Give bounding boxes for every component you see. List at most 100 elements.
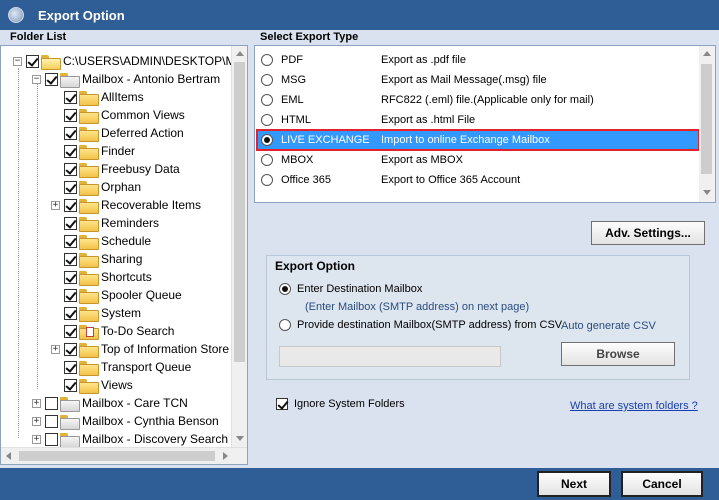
cancel-button[interactable]: Cancel [621, 471, 703, 497]
collapse-icon[interactable]: − [13, 56, 22, 66]
scroll-up-icon[interactable] [703, 51, 711, 56]
export-type-row-msg[interactable]: MSG Export as Mail Message(.msg) file [257, 70, 699, 90]
tree-folder[interactable]: To-Do Search [51, 322, 174, 340]
folder-checkbox[interactable] [64, 180, 77, 194]
expand-icon[interactable]: + [51, 344, 60, 354]
folder-checkbox[interactable] [64, 162, 77, 176]
scroll-left-icon[interactable] [6, 452, 11, 460]
collapse-icon[interactable]: − [32, 74, 41, 84]
enter-destination-label: Enter Destination Mailbox [297, 283, 423, 295]
folder-checkbox[interactable] [64, 198, 77, 212]
list-vertical-scrollbar[interactable] [699, 46, 715, 202]
system-folders-help-link[interactable]: What are system folders ? [570, 400, 698, 412]
scroll-down-icon[interactable] [703, 190, 711, 195]
folder-checkbox[interactable] [64, 378, 77, 392]
mailbox-checkbox[interactable] [45, 72, 58, 86]
export-type-row-office365[interactable]: Office 365 Export to Office 365 Account [257, 170, 699, 190]
tree-horizontal-scrollbar[interactable] [1, 447, 247, 464]
expand-icon[interactable]: + [32, 398, 41, 408]
scroll-right-icon[interactable] [223, 452, 228, 460]
folder-checkbox[interactable] [64, 90, 77, 104]
export-type-row-html[interactable]: HTML Export as .html File [257, 110, 699, 130]
next-button[interactable]: Next [537, 471, 611, 497]
browse-button[interactable]: Browse [561, 342, 675, 366]
tree-vertical-scrollbar[interactable] [231, 46, 247, 448]
tree-folder[interactable]: Common Views [51, 106, 185, 124]
tree-folder[interactable]: Transport Queue [51, 358, 191, 376]
tree-folder[interactable]: + Top of Information Store [51, 340, 229, 358]
folder-checkbox[interactable] [64, 144, 77, 158]
scroll-down-icon[interactable] [236, 436, 244, 441]
export-type-list[interactable]: PDF Export as .pdf file MSG Export as Mail… [254, 45, 716, 203]
tree-folder[interactable]: Sharing [51, 250, 142, 268]
folder-label: Deferred Action [101, 126, 184, 140]
export-type-radio[interactable] [261, 114, 273, 126]
mailbox-checkbox[interactable] [45, 432, 58, 446]
folder-checkbox[interactable] [64, 234, 77, 248]
folder-checkbox[interactable] [64, 216, 77, 230]
export-type-radio[interactable] [261, 174, 273, 186]
folder-tree[interactable]: − C:\USERS\ADMIN\DESKTOP\MA − Mailbox - … [0, 45, 248, 465]
auto-generate-csv[interactable]: Auto generate CSV [561, 320, 656, 332]
tree-mailbox[interactable]: + Mailbox - Cynthia Benson [32, 412, 219, 430]
tree-vertical-thumb[interactable] [234, 62, 245, 362]
tree-mailbox[interactable]: + Mailbox - Discovery Search M [32, 430, 241, 448]
list-vertical-thumb[interactable] [701, 64, 712, 174]
expand-icon[interactable]: + [51, 200, 60, 210]
folder-checkbox[interactable] [64, 324, 77, 338]
enter-destination-option[interactable]: Enter Destination Mailbox [279, 283, 422, 295]
folder-checkbox[interactable] [64, 342, 77, 356]
window-title: Export Option [38, 7, 125, 23]
folder-checkbox[interactable] [64, 270, 77, 284]
tree-folder[interactable]: Shortcuts [51, 268, 152, 286]
tree-horizontal-thumb[interactable] [19, 451, 215, 461]
folder-label: Recoverable Items [101, 198, 202, 212]
folder-checkbox[interactable] [64, 126, 77, 140]
folder-label: Shortcuts [101, 270, 152, 284]
scroll-up-icon[interactable] [236, 51, 244, 56]
export-type-row-eml[interactable]: EML RFC822 (.eml) file.(Applicable only f… [257, 90, 699, 110]
mailbox-checkbox[interactable] [45, 396, 58, 410]
enter-destination-radio[interactable] [279, 283, 291, 295]
folder-checkbox[interactable] [64, 252, 77, 266]
folder-checkbox[interactable] [64, 108, 77, 122]
tree-folder[interactable]: Deferred Action [51, 124, 184, 142]
tree-folder[interactable]: + Recoverable Items [51, 196, 201, 214]
tree-folder[interactable]: System [51, 304, 141, 322]
export-type-radio-selected[interactable] [261, 134, 273, 146]
expand-icon[interactable]: + [32, 434, 41, 444]
expand-icon[interactable]: + [32, 416, 41, 426]
adv-settings-button[interactable]: Adv. Settings... [591, 221, 705, 245]
csv-path-input[interactable] [279, 346, 501, 367]
mailbox-checkbox[interactable] [45, 414, 58, 428]
export-type-radio[interactable] [261, 74, 273, 86]
tree-root[interactable]: − C:\USERS\ADMIN\DESKTOP\MA [13, 52, 243, 70]
ignore-system-folders[interactable]: Ignore System Folders [276, 398, 405, 410]
tree-folder[interactable]: Freebusy Data [51, 160, 180, 178]
tree-folder[interactable]: Reminders [51, 214, 159, 232]
export-type-row-live-exchange[interactable]: LIVE EXCHANGE Import to online Exchange M… [256, 129, 700, 151]
ignore-system-folders-checkbox[interactable] [276, 398, 288, 410]
tree-folder[interactable]: Orphan [51, 178, 141, 196]
tree-folder[interactable]: Schedule [51, 232, 151, 250]
folder-checkbox[interactable] [64, 288, 77, 302]
folder-checkbox[interactable] [64, 306, 77, 320]
export-type-radio[interactable] [261, 54, 273, 66]
tree-folder[interactable]: Finder [51, 142, 135, 160]
root-checkbox[interactable] [26, 54, 39, 68]
export-type-radio[interactable] [261, 94, 273, 106]
tree-folder[interactable]: Spooler Queue [51, 286, 182, 304]
csv-destination-radio[interactable] [279, 319, 291, 331]
export-type-row-mbox[interactable]: MBOX Export as MBOX [257, 150, 699, 170]
csv-destination-option[interactable]: Provide destination Mailbox(SMTP address… [279, 319, 562, 331]
export-type-radio[interactable] [261, 154, 273, 166]
tree-folder[interactable]: AllItems [51, 88, 144, 106]
tree-mailbox[interactable]: + Mailbox - Care TCN [32, 394, 188, 412]
export-option-group: Export Option Enter Destination Mailbox … [266, 255, 690, 380]
folder-label: Schedule [101, 234, 152, 248]
tree-mailbox-antonio[interactable]: − Mailbox - Antonio Bertram [32, 70, 220, 88]
folder-label: AllItems [101, 90, 144, 104]
export-type-row-pdf[interactable]: PDF Export as .pdf file [257, 50, 699, 70]
tree-folder[interactable]: Views [51, 376, 133, 394]
folder-checkbox[interactable] [64, 360, 77, 374]
